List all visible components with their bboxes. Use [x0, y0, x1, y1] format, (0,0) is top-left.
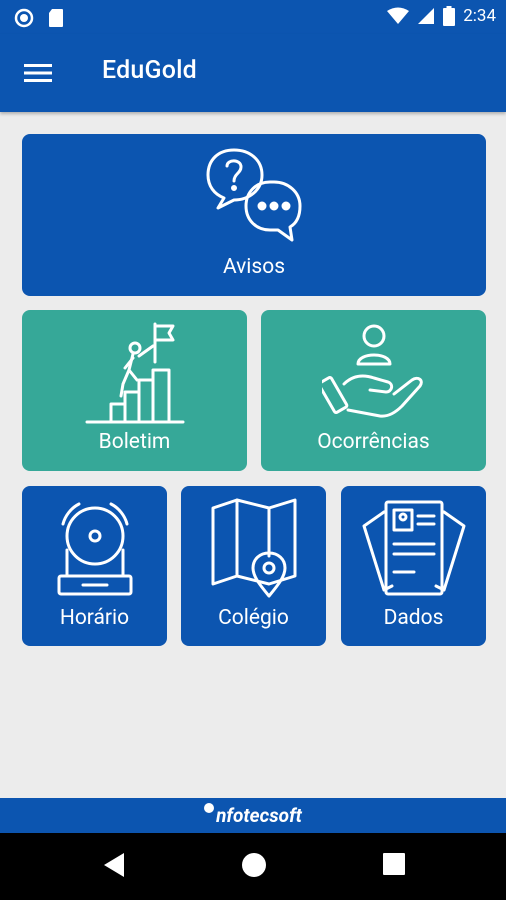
- horario-label: Horário: [59, 606, 130, 630]
- avisos-label: Avisos: [222, 255, 286, 279]
- status-left: [14, 8, 64, 28]
- dados-label: Dados: [383, 606, 444, 630]
- colegio-label: Colégio: [218, 606, 289, 630]
- climber-flag-icon: [85, 322, 184, 424]
- status-right: 2:34: [387, 6, 496, 26]
- menu-button[interactable]: [18, 56, 58, 90]
- sd-card-icon: [49, 9, 63, 27]
- dados-tile[interactable]: Dados: [341, 486, 486, 646]
- battery-icon: [443, 6, 456, 26]
- wifi-icon: [387, 7, 410, 24]
- brand-logo-dot: [204, 802, 215, 813]
- colegio-tile[interactable]: Colégio: [181, 486, 326, 646]
- status-time: 2:34: [463, 6, 496, 26]
- boletim-label: Boletim: [98, 430, 171, 454]
- alarm-bell-icon: [57, 502, 132, 596]
- ocorrencias-label: Ocorrências: [317, 430, 430, 454]
- hand-person-icon: [321, 324, 423, 418]
- boletim-tile[interactable]: Boletim: [22, 310, 247, 471]
- horario-tile[interactable]: Horário: [22, 486, 167, 646]
- hamburger-icon: [24, 64, 52, 82]
- cell-signal-icon: [418, 8, 435, 24]
- footer-brand: nfotecsoft: [0, 798, 506, 833]
- app-bar: EduGold: [0, 34, 506, 112]
- back-icon[interactable]: [104, 853, 124, 877]
- id-documents-icon: [362, 500, 465, 596]
- recents-icon[interactable]: [383, 853, 405, 875]
- app-title: EduGold: [102, 56, 197, 85]
- sync-icon: [14, 8, 34, 28]
- brand-name: nfotecsoft: [216, 804, 302, 827]
- status-bar: 2:34: [0, 0, 506, 34]
- question-chat-icon: [206, 148, 302, 242]
- avisos-tile[interactable]: Avisos: [22, 134, 486, 296]
- home-icon[interactable]: [242, 853, 266, 877]
- ocorrencias-tile[interactable]: Ocorrências: [261, 310, 486, 471]
- system-nav-bar: [0, 833, 506, 900]
- map-pin-icon: [211, 498, 296, 598]
